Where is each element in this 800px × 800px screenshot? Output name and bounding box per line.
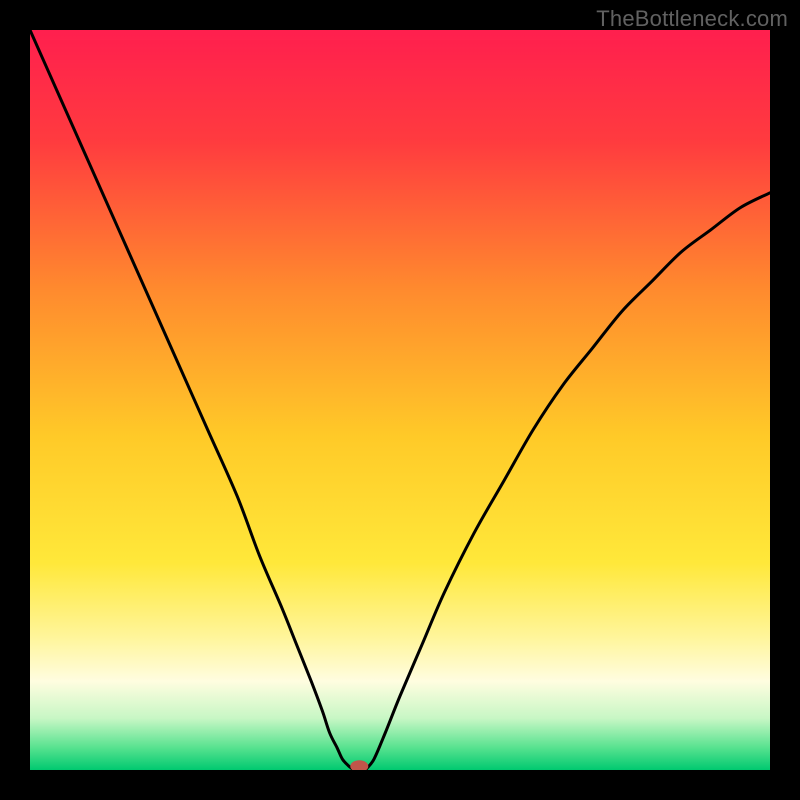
plot-area <box>30 30 770 770</box>
chart-frame: TheBottleneck.com <box>0 0 800 800</box>
watermark-text: TheBottleneck.com <box>596 6 788 32</box>
gradient-background <box>30 30 770 770</box>
chart-svg <box>30 30 770 770</box>
